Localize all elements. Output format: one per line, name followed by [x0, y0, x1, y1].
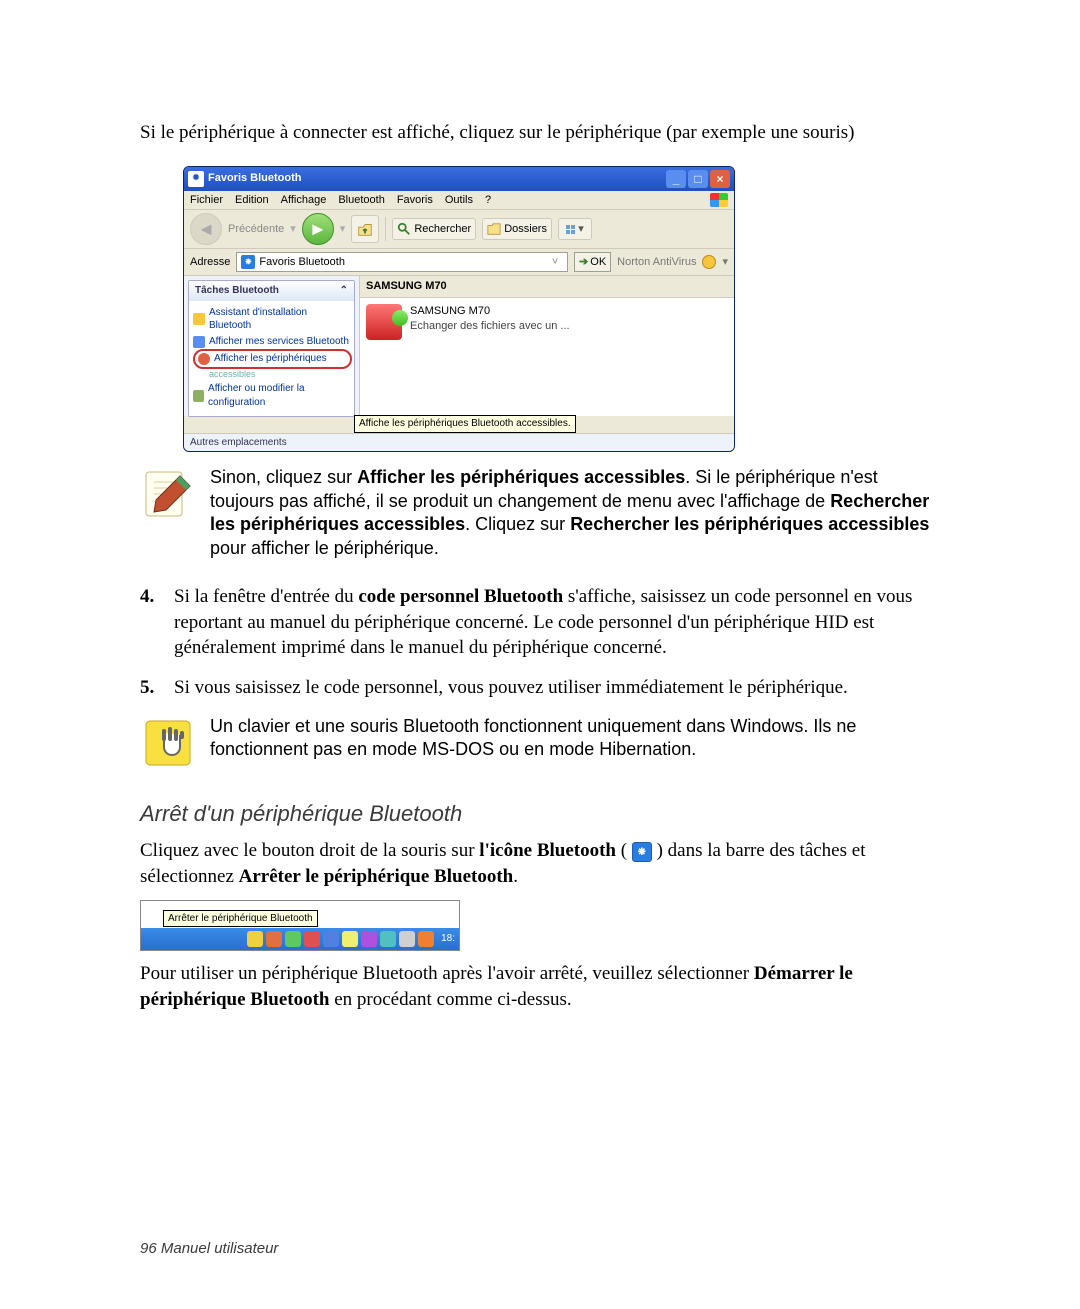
menu-bluetooth[interactable]: Bluetooth [338, 193, 384, 208]
address-input[interactable]: ⁕ Favoris Bluetooth ˅ [236, 252, 568, 272]
menu-file[interactable]: Fichier [190, 193, 223, 208]
task-configuration[interactable]: Afficher ou modifier la configuration [193, 381, 352, 410]
tray-clock: 18: [441, 932, 455, 946]
caution-text: Un clavier et une souris Bluetooth fonct… [210, 715, 940, 771]
step-4-text: Si la fenêtre d'entrée du code personnel… [174, 584, 940, 661]
window-title: Favoris Bluetooth [208, 171, 302, 186]
close-button[interactable]: × [710, 170, 730, 188]
ok-label: OK [590, 255, 606, 270]
menu-view[interactable]: Affichage [281, 193, 327, 208]
note-tip: Sinon, cliquez sur Afficher les périphér… [140, 466, 940, 560]
folders-button[interactable]: Dossiers [482, 218, 552, 240]
folders-label: Dossiers [504, 222, 547, 237]
xp-titlebar: ⁕ Favoris Bluetooth _ □ × [184, 167, 734, 191]
step-number: 5. [140, 675, 174, 701]
taskbar-tooltip: Arrêter le périphérique Bluetooth [163, 910, 318, 928]
views-button[interactable]: ▾ [558, 218, 592, 240]
task-show-devices-line2: accessibles [209, 367, 352, 381]
up-button[interactable] [351, 215, 379, 243]
collapse-icon[interactable]: ⌃ [340, 284, 348, 298]
section-heading: Arrêt d'un périphérique Bluetooth [140, 799, 940, 829]
step-list: 4. Si la fenêtre d'entrée du code person… [140, 584, 940, 701]
windows-flag-icon [710, 193, 728, 207]
intro-paragraph: Si le périphérique à connecter est affic… [140, 120, 940, 146]
toolbar: ◄ Précédente ▾ ► ▾ Rechercher Dossiers [184, 210, 734, 249]
tooltip: Affiche les périphériques Bluetooth acce… [354, 415, 576, 433]
tray-icon[interactable] [399, 931, 415, 947]
device-subtitle: Echanger des fichiers avec un ... [410, 319, 570, 334]
tray-icon[interactable] [418, 931, 434, 947]
hand-caution-icon [140, 715, 196, 771]
xp-window-screenshot: ⁕ Favoris Bluetooth _ □ × Fichier Editio… [183, 166, 735, 453]
maximize-button[interactable]: □ [688, 170, 708, 188]
system-tray: 18: [141, 928, 459, 950]
task-assistant[interactable]: Assistant d'installation Bluetooth [193, 305, 352, 334]
norton-label: Norton AntiVirus [617, 255, 696, 270]
menu-favorites[interactable]: Favoris [397, 193, 433, 208]
menu-help[interactable]: ? [485, 193, 491, 208]
norton-icon[interactable] [702, 255, 716, 269]
device-title: SAMSUNG M70 [410, 304, 570, 319]
tray-icon[interactable] [361, 931, 377, 947]
go-button[interactable]: ➔ OK [574, 252, 611, 272]
search-label: Rechercher [414, 222, 471, 237]
other-places-header: Autres emplacements [184, 433, 734, 452]
step-5-text: Si vous saisissez le code personnel, vou… [174, 675, 940, 701]
task-my-services[interactable]: Afficher mes services Bluetooth [193, 334, 352, 350]
tray-icon[interactable] [380, 931, 396, 947]
stop-instruction: Cliquez avec le bouton droit de la souri… [140, 838, 940, 889]
restart-instruction: Pour utiliser un périphérique Bluetooth … [140, 961, 940, 1012]
device-item[interactable]: SAMSUNG M70 Echanger des fichiers avec u… [360, 298, 734, 346]
tasks-panel: Tâches Bluetooth ⌃ Assistant d'installat… [188, 280, 355, 417]
menu-tools[interactable]: Outils [445, 193, 473, 208]
bluetooth-tray-icon: ⁕ [632, 842, 652, 862]
menu-bar: Fichier Edition Affichage Bluetooth Favo… [184, 191, 734, 211]
back-button[interactable]: ◄ [190, 213, 222, 245]
minimize-button[interactable]: _ [666, 170, 686, 188]
forward-button[interactable]: ► [302, 213, 334, 245]
note-text: Sinon, cliquez sur Afficher les périphér… [210, 466, 940, 560]
pen-note-icon [140, 466, 196, 522]
tray-icon[interactable] [266, 931, 282, 947]
address-bar: Adresse ⁕ Favoris Bluetooth ˅ ➔ OK Norto… [184, 249, 734, 276]
tray-icon[interactable] [247, 931, 263, 947]
address-value: Favoris Bluetooth [259, 255, 345, 270]
bluetooth-icon: ⁕ [241, 255, 255, 269]
note-caution: Un clavier et une souris Bluetooth fonct… [140, 715, 940, 771]
search-button[interactable]: Rechercher [392, 218, 476, 240]
tasks-header: Tâches Bluetooth [195, 284, 279, 298]
tray-icon[interactable] [323, 931, 339, 947]
address-label: Adresse [190, 255, 230, 270]
column-header: SAMSUNG M70 [360, 276, 734, 298]
tray-icon[interactable] [285, 931, 301, 947]
page-footer: 96 Manuel utilisateur [140, 1239, 278, 1259]
tray-icon[interactable] [304, 931, 320, 947]
bluetooth-icon: ⁕ [188, 171, 204, 187]
back-label: Précédente [228, 222, 284, 237]
device-icon [366, 304, 402, 340]
step-number: 4. [140, 584, 174, 661]
tray-icon[interactable] [342, 931, 358, 947]
taskbar-screenshot: Arrêter le périphérique Bluetooth 18: [140, 900, 460, 952]
chevron-down-icon[interactable]: ˅ [547, 255, 563, 270]
menu-edit[interactable]: Edition [235, 193, 269, 208]
